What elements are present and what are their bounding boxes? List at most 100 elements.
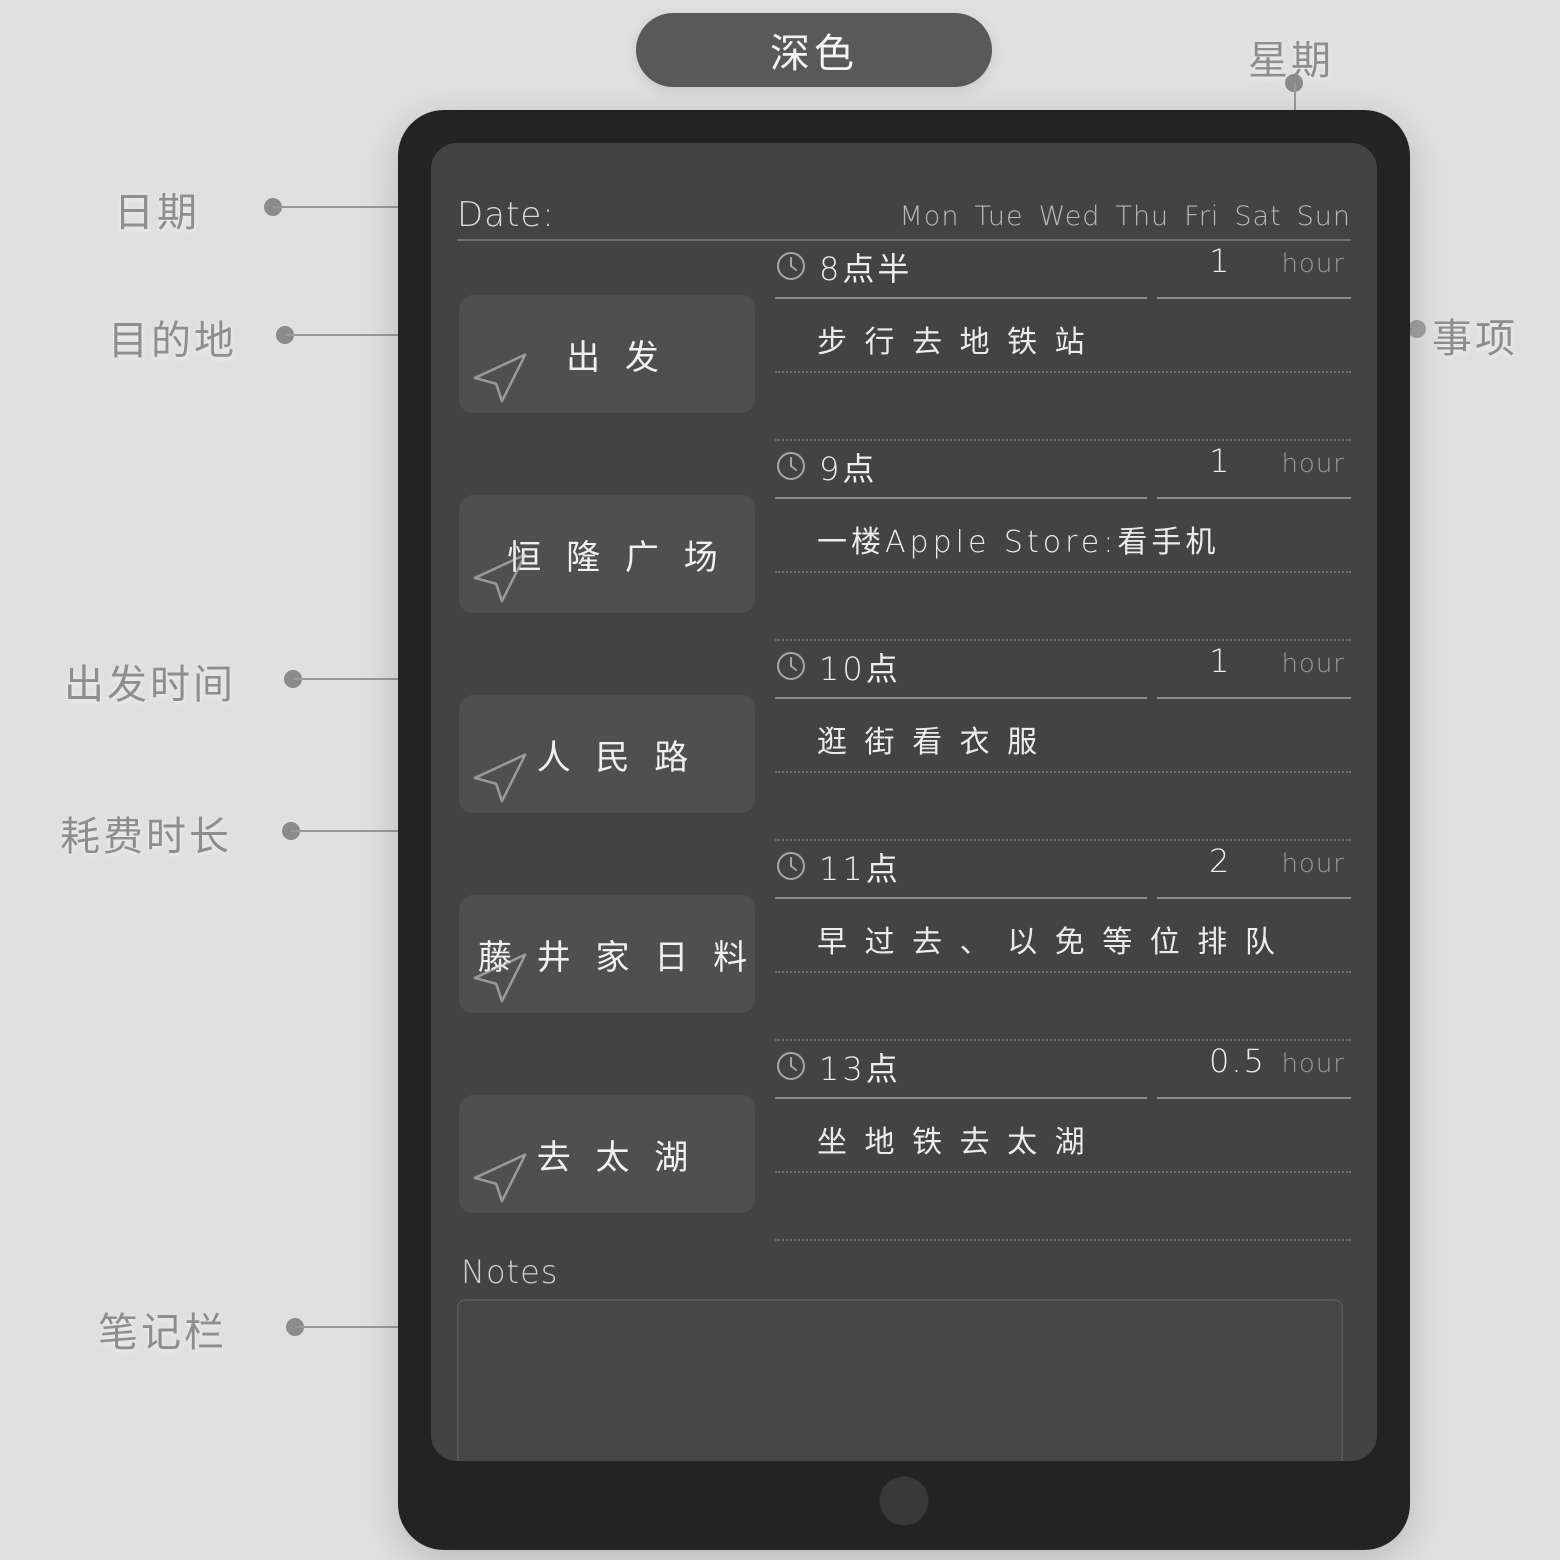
annotation-notes: 笔记栏 — [98, 1310, 227, 1356]
plan-row-details: 8点半 1 hour 步 行 去 地 铁 站 — [775, 242, 1351, 443]
weekday-wed[interactable]: Wed — [1039, 201, 1101, 232]
navigation-arrow-icon — [473, 353, 527, 403]
departure-time-field[interactable]: 10点 — [775, 642, 1147, 699]
task-underline-secondary — [775, 1239, 1351, 1241]
weekday-mon[interactable]: Mon — [900, 201, 960, 232]
task-field[interactable]: 坐 地 铁 去 太 湖 — [775, 1099, 1351, 1171]
tablet-screen: Date: Mon Tue Wed Thu Fri Sat Sun 出 发 8点… — [431, 143, 1377, 1461]
annotation-duration: 耗费时长 — [60, 814, 232, 860]
weekday-sat[interactable]: Sat — [1234, 201, 1281, 232]
clock-icon — [777, 852, 805, 880]
screenshot-root: 深色 日期 目的地 出发时间 耗费时长 笔记栏 星期 事项 Date: Mon … — [0, 0, 1560, 1560]
time-and-duration: 10点 1 hour — [775, 642, 1351, 699]
weekday-thu[interactable]: Thu — [1115, 201, 1169, 232]
departure-time-value: 13点 — [819, 1050, 901, 1088]
clock-icon — [777, 1052, 805, 1080]
departure-time-value: 10点 — [819, 650, 901, 688]
duration-field[interactable]: 1 hour — [1157, 242, 1351, 299]
departure-time-field[interactable]: 8点半 — [775, 242, 1147, 299]
task-underline-secondary — [775, 639, 1351, 641]
annotation-items: 事项 — [1432, 316, 1518, 362]
destination-card[interactable]: 恒 隆 广 场 — [459, 495, 755, 613]
plan-row: 恒 隆 广 场 9点 1 hour 一楼Apple Store:看手机 — [457, 442, 1351, 643]
weekday-fri[interactable]: Fri — [1184, 201, 1219, 232]
plan-row-details: 13点 0.5 hour 坐 地 铁 去 太 湖 — [775, 1042, 1351, 1243]
time-and-duration: 13点 0.5 hour — [775, 1042, 1351, 1099]
plan-row: 人 民 路 10点 1 hour 逛 街 看 衣 服 — [457, 642, 1351, 843]
notes-section: Notes — [457, 1253, 1351, 1461]
destination-name: 出 发 — [566, 337, 666, 378]
weekday-sun[interactable]: Sun — [1297, 201, 1351, 232]
task-field[interactable]: 早 过 去 、 以 免 等 位 排 队 — [775, 899, 1351, 971]
duration-field[interactable]: 1 hour — [1157, 642, 1351, 699]
duration-value: 1 — [1209, 642, 1232, 680]
clock-icon — [777, 652, 805, 680]
navigation-arrow-icon — [473, 953, 527, 1003]
plan-row: 藤 井 家 日 料 11点 2 hour 早 过 去 、 以 免 等 位 排 队 — [457, 842, 1351, 1043]
duration-value: 1 — [1209, 442, 1232, 480]
clock-icon — [777, 252, 805, 280]
departure-time-value: 8点半 — [819, 250, 913, 288]
task-underline-secondary — [775, 1039, 1351, 1041]
navigation-arrow-icon — [473, 553, 527, 603]
date-field-label[interactable]: Date: — [457, 195, 555, 235]
plan-row: 出 发 8点半 1 hour 步 行 去 地 铁 站 — [457, 242, 1351, 443]
tablet-device: Date: Mon Tue Wed Thu Fri Sat Sun 出 发 8点… — [398, 110, 1410, 1550]
time-and-duration: 11点 2 hour — [775, 842, 1351, 899]
task-underline — [775, 371, 1351, 373]
time-and-duration: 9点 1 hour — [775, 442, 1351, 499]
departure-time-value: 9点 — [819, 450, 878, 488]
theme-badge[interactable]: 深色 — [636, 13, 992, 87]
duration-field[interactable]: 1 hour — [1157, 442, 1351, 499]
destination-card[interactable]: 藤 井 家 日 料 — [459, 895, 755, 1013]
notes-input[interactable] — [457, 1299, 1343, 1461]
navigation-arrow-icon — [473, 1153, 527, 1203]
home-button[interactable] — [879, 1476, 929, 1526]
task-field[interactable]: 逛 街 看 衣 服 — [775, 699, 1351, 771]
destination-card[interactable]: 出 发 — [459, 295, 755, 413]
task-underline — [775, 1171, 1351, 1173]
annotation-date: 日期 — [114, 190, 200, 236]
task-underline — [775, 771, 1351, 773]
task-underline — [775, 571, 1351, 573]
planner-header: Date: Mon Tue Wed Thu Fri Sat Sun — [457, 163, 1351, 241]
task-field[interactable]: 步 行 去 地 铁 站 — [775, 299, 1351, 371]
task-underline — [775, 971, 1351, 973]
weekday-tue[interactable]: Tue — [974, 201, 1023, 232]
departure-time-field[interactable]: 9点 — [775, 442, 1147, 499]
weekday-selector[interactable]: Mon Tue Wed Thu Fri Sat Sun — [900, 201, 1351, 235]
plan-row-details: 11点 2 hour 早 过 去 、 以 免 等 位 排 队 — [775, 842, 1351, 1043]
time-and-duration: 8点半 1 hour — [775, 242, 1351, 299]
theme-badge-label: 深色 — [770, 31, 858, 77]
annotation-destination: 目的地 — [108, 318, 237, 364]
departure-time-field[interactable]: 11点 — [775, 842, 1147, 899]
task-underline-secondary — [775, 439, 1351, 441]
destination-name: 人 民 路 — [536, 737, 696, 778]
planner-sheet: Date: Mon Tue Wed Thu Fri Sat Sun 出 发 8点… — [457, 163, 1351, 1461]
departure-time-value: 11点 — [819, 850, 901, 888]
duration-unit: hour — [1281, 1049, 1345, 1079]
duration-value: 0.5 — [1209, 1042, 1266, 1080]
task-field[interactable]: 一楼Apple Store:看手机 — [775, 499, 1351, 571]
destination-card[interactable]: 去 太 湖 — [459, 1095, 755, 1213]
plan-row-details: 9点 1 hour 一楼Apple Store:看手机 — [775, 442, 1351, 643]
plan-row: 去 太 湖 13点 0.5 hour 坐 地 铁 去 太 湖 — [457, 1042, 1351, 1243]
annotation-depart-time: 出发时间 — [64, 662, 236, 708]
duration-field[interactable]: 0.5 hour — [1157, 1042, 1351, 1099]
task-underline-secondary — [775, 839, 1351, 841]
duration-unit: hour — [1281, 449, 1345, 479]
plan-row-details: 10点 1 hour 逛 街 看 衣 服 — [775, 642, 1351, 843]
destination-card[interactable]: 人 民 路 — [459, 695, 755, 813]
duration-unit: hour — [1281, 849, 1345, 879]
planner-rows: 出 发 8点半 1 hour 步 行 去 地 铁 站 恒 隆 广 场 9点 1 … — [457, 242, 1351, 1243]
clock-icon — [777, 452, 805, 480]
departure-time-field[interactable]: 13点 — [775, 1042, 1147, 1099]
duration-value: 2 — [1209, 842, 1232, 880]
duration-field[interactable]: 2 hour — [1157, 842, 1351, 899]
navigation-arrow-icon — [473, 753, 527, 803]
notes-label: Notes — [461, 1253, 559, 1291]
duration-unit: hour — [1281, 649, 1345, 679]
destination-name: 去 太 湖 — [536, 1137, 696, 1178]
duration-unit: hour — [1281, 249, 1345, 279]
duration-value: 1 — [1209, 242, 1232, 280]
